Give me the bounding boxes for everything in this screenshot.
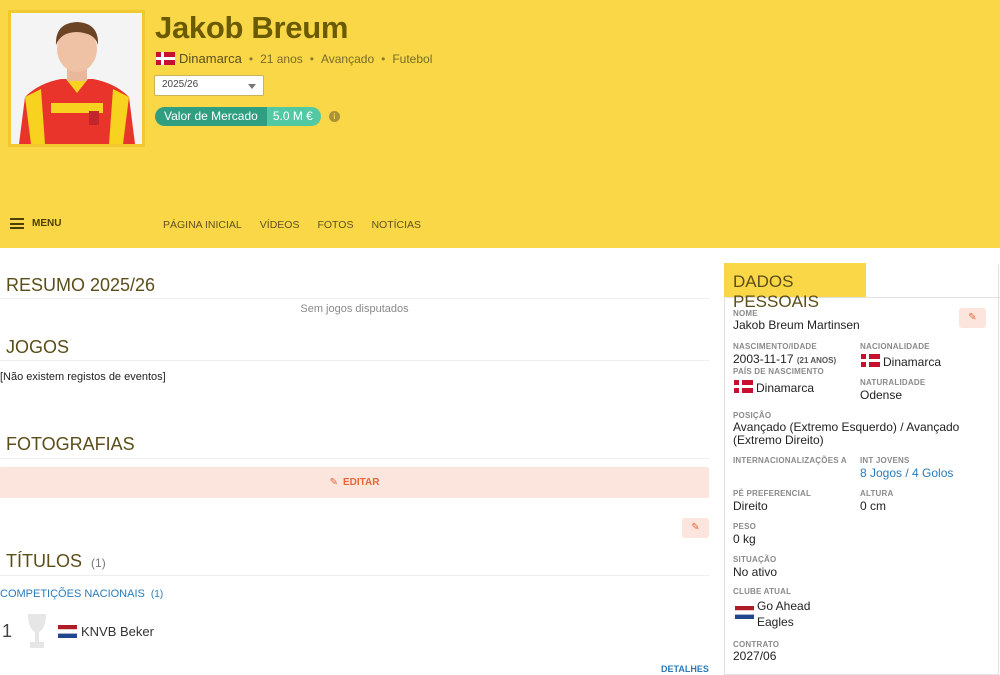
- int-youth-value[interactable]: 8 Jogos / 4 Golos: [860, 467, 953, 480]
- nationality-value[interactable]: Dinamarca: [883, 355, 941, 369]
- club-label: CLUBE ATUAL: [733, 587, 792, 596]
- birth-label: NASCIMENTO/IDADE: [733, 342, 817, 351]
- market-value-pill[interactable]: Valor de Mercado 5.0 M €: [155, 107, 321, 126]
- club-value-line-2: Eagles: [757, 615, 794, 629]
- separator: •: [381, 51, 386, 66]
- player-meta: Dinamarca • 21 anos • Avançado • Futebol: [156, 51, 432, 66]
- divider: [0, 360, 709, 361]
- denmark-flag-icon: [156, 52, 175, 65]
- national-competitions-link[interactable]: COMPETIÇÕES NACIONAIS (1): [0, 588, 163, 600]
- player-name: Jakob Breum: [155, 10, 349, 45]
- separator: •: [309, 51, 314, 66]
- birth-date: 2003-11-17: [733, 352, 794, 366]
- player-sport: Futebol: [392, 51, 433, 66]
- market-value-amount: 5.0 M €: [266, 107, 321, 126]
- weight-label: PESO: [733, 522, 757, 531]
- status-value: No ativo: [733, 565, 778, 579]
- trophy-name[interactable]: KNVB Beker: [81, 624, 154, 639]
- int-a-label: INTERNACIONALIZAÇÕES A: [733, 456, 847, 465]
- player-nav: MENU PÁGINA INICIAL VÍDEOS FOTOS NOTÍCIA…: [0, 212, 1000, 238]
- nav-link-home[interactable]: PÁGINA INICIAL: [163, 219, 242, 231]
- height-label: ALTURA: [860, 489, 894, 498]
- season-select[interactable]: 2025/26: [154, 75, 264, 96]
- weight-value: 0 kg: [733, 532, 756, 546]
- foot-value: Direito: [733, 499, 768, 513]
- club-value-line-1: Go Ahead: [757, 599, 811, 613]
- netherlands-flag-icon: [735, 606, 754, 619]
- summary-title: RESUMO 2025/26: [6, 275, 156, 295]
- pencil-icon: ✎: [691, 522, 700, 533]
- titles-count: (1): [91, 556, 106, 570]
- player-country[interactable]: Dinamarca: [179, 51, 242, 66]
- denmark-flag-icon: [861, 354, 880, 367]
- nav-link-photos[interactable]: FOTOS: [317, 219, 353, 231]
- hamburger-icon: [10, 218, 24, 229]
- separator: •: [248, 51, 254, 66]
- divider: [0, 575, 709, 576]
- netherlands-flag-icon: [58, 624, 77, 638]
- season-selected-value: 2025/26: [162, 79, 199, 90]
- nav-link-videos[interactable]: VÍDEOS: [260, 219, 300, 231]
- player-age: 21 anos: [260, 51, 303, 66]
- name-value: Jakob Breum Martinsen: [733, 318, 860, 332]
- birth-country-value-row: Dinamarca: [734, 380, 814, 395]
- int-youth-label: INT JOVENS: [860, 456, 910, 465]
- personal-data-title: DADOS PESSOAIS: [724, 263, 866, 311]
- birthplace-value: Odense: [860, 388, 903, 402]
- edit-photos-button[interactable]: ✎ EDITAR: [0, 467, 709, 498]
- trophy-count: 1: [2, 620, 13, 641]
- summary-empty-text: Sem jogos disputados: [300, 303, 409, 315]
- games-title: JOGOS: [6, 337, 70, 357]
- player-photo: [8, 10, 145, 147]
- club-value-row[interactable]: Go Ahead Eagles: [735, 600, 810, 629]
- divider: [0, 458, 709, 459]
- divider: [0, 298, 709, 299]
- titles-heading: TÍTULOS (1): [6, 551, 106, 572]
- info-icon[interactable]: i: [328, 111, 340, 122]
- nav-links: PÁGINA INICIAL VÍDEOS FOTOS NOTÍCIAS: [163, 219, 439, 231]
- competitions-count: (1): [150, 589, 164, 600]
- nav-link-news[interactable]: NOTÍCIAS: [371, 219, 421, 231]
- chevron-down-icon: [248, 84, 256, 89]
- player-position: Avançado: [320, 51, 375, 66]
- details-link[interactable]: DETALHES: [661, 664, 709, 674]
- market-value: Valor de Mercado 5.0 M € i: [155, 107, 340, 126]
- edit-personal-data-button[interactable]: ✎: [959, 308, 986, 328]
- denmark-flag-icon: [734, 380, 753, 393]
- birth-age: (21 ANOS): [796, 356, 837, 365]
- games-empty-text: [Não existem registos de eventos]: [0, 371, 166, 383]
- birth-value-row: 2003-11-17 (21 ANOS): [733, 353, 836, 367]
- position-label: POSIÇÃO: [733, 411, 772, 420]
- height-value: 0 cm: [860, 499, 887, 513]
- contract-label: CONTRATO: [733, 640, 780, 649]
- player-header: Jakob Breum Dinamarca • 21 anos • Avança…: [0, 0, 1000, 248]
- foot-label: PÉ PREFERENCIAL: [733, 489, 812, 498]
- edit-label: EDITAR: [342, 477, 380, 488]
- nationality-value-row: Dinamarca: [861, 354, 941, 369]
- menu-label: MENU: [32, 218, 62, 229]
- photos-title: FOTOGRAFIAS: [6, 434, 135, 454]
- pencil-icon: ✎: [329, 477, 338, 488]
- contract-value: 2027/06: [733, 649, 777, 663]
- birth-country-value[interactable]: Dinamarca: [756, 381, 814, 395]
- birthplace-label: NATURALIDADE: [860, 378, 926, 387]
- nationality-label: NACIONALIDADE: [860, 342, 930, 351]
- trophy-icon: [28, 614, 46, 648]
- edit-titles-button[interactable]: ✎: [682, 518, 709, 538]
- titles-title: TÍTULOS: [6, 551, 83, 571]
- market-value-label: Valor de Mercado: [155, 107, 267, 126]
- name-label: NOME: [733, 309, 758, 318]
- status-label: SITUAÇÃO: [733, 555, 777, 564]
- menu-button[interactable]: MENU: [10, 218, 61, 229]
- competitions-label: COMPETIÇÕES NACIONAIS: [0, 588, 145, 600]
- birth-country-label: PAÍS DE NASCIMENTO: [733, 367, 824, 376]
- player-photo-image: [11, 13, 142, 144]
- pencil-icon: ✎: [968, 312, 977, 323]
- position-value-line-2: (Extremo Direito): [733, 433, 824, 447]
- trophy-row: 1 KNVB Beker: [0, 612, 154, 650]
